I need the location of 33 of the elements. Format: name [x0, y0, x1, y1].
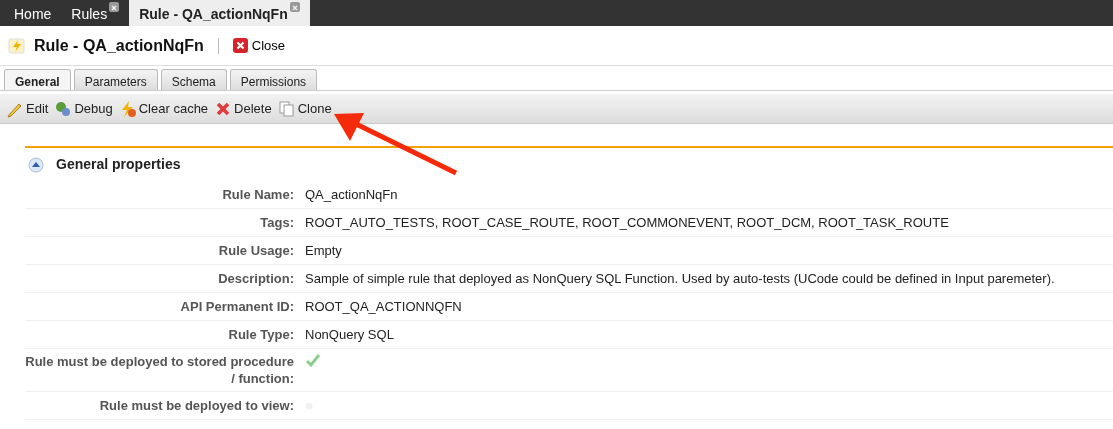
lightning-icon [8, 35, 26, 56]
property-value: ROOT_QA_ACTIONNQFN [305, 298, 462, 314]
property-value: Sample of simple rule that deployed as NonQuery SQL Function. Used by auto-tests (UCode could be defined in Input paremeter). [305, 270, 1055, 286]
section-title: General properties [56, 155, 181, 174]
property-value: NonQuery SQL [305, 326, 394, 342]
page-title: Rule - QA_actionNqFn [34, 35, 204, 56]
tab[interactable]: Permissions [229, 69, 318, 90]
toolbar-button[interactable]: Clone [277, 98, 332, 119]
toolbar-button[interactable]: Edit [6, 98, 49, 119]
property-label: Rule Name: [221, 186, 295, 203]
property-label: Rule Type: [227, 326, 295, 343]
tab[interactable]: General [4, 69, 71, 90]
property-label: Description: [217, 270, 295, 287]
property-label: Rule must be deployed to view: [98, 397, 295, 414]
property-label: API Permanent ID: [179, 298, 295, 315]
property-value: QA_actionNqFn [305, 186, 398, 202]
tab[interactable]: Rules [71, 4, 108, 25]
tab[interactable]: Home [14, 4, 52, 25]
close-icon[interactable] [109, 2, 120, 12]
close-button[interactable]: Close [232, 35, 286, 56]
collapse-icon[interactable] [28, 156, 44, 173]
tab[interactable]: Schema [160, 69, 227, 90]
property-label: Tags: [259, 214, 295, 231]
toolbar-button[interactable]: Debug [54, 98, 113, 119]
property-label: Rule must be deployed to stored procedure / function: [25, 353, 295, 387]
close-icon [232, 38, 248, 53]
toolbar-button[interactable]: Delete [214, 98, 272, 119]
tab[interactable]: Parameters [73, 69, 158, 90]
toolbar-button[interactable]: Clear cache [118, 98, 209, 119]
property-value: Empty [305, 242, 342, 258]
property-value: ROOT_AUTO_TESTS, ROOT_CASE_ROUTE, ROOT_COMMONEVENT, ROOT_DCM, ROOT_TASK_ROUTE [305, 214, 949, 230]
property-label: Rule Usage: [217, 242, 295, 259]
documents-icon [277, 99, 296, 118]
